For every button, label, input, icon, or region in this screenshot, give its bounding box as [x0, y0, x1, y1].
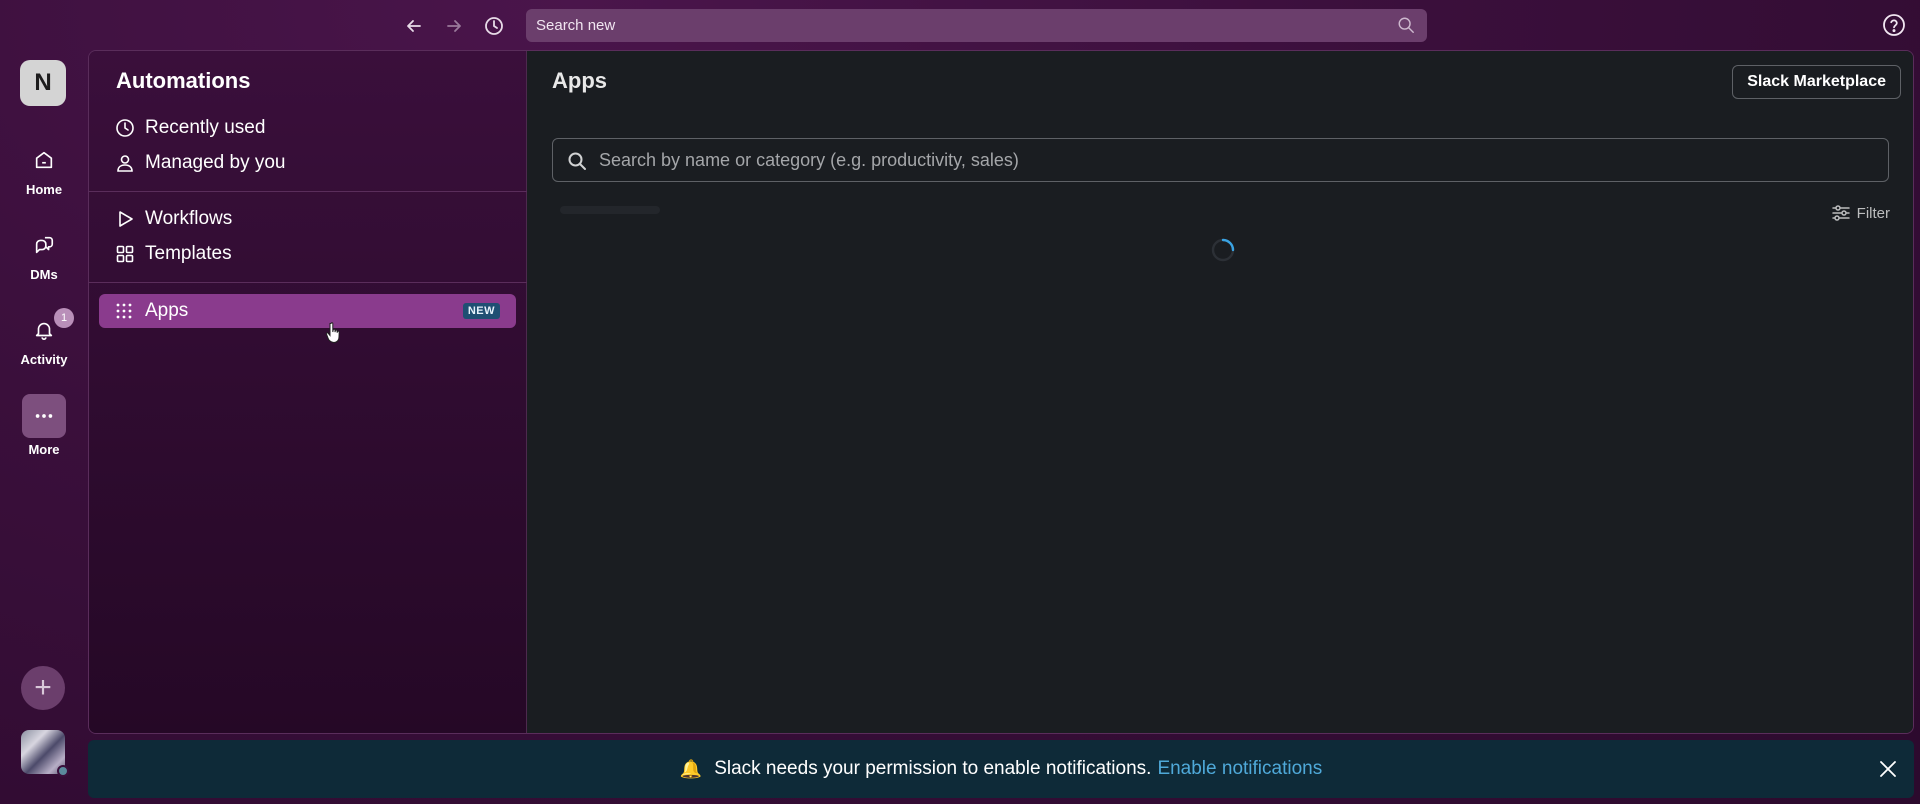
rail-item-more[interactable]: More — [0, 394, 88, 457]
sidebar-title: Automations — [116, 68, 251, 93]
new-badge: NEW — [462, 303, 500, 319]
grid-icon — [116, 245, 134, 263]
rail-label-activity: Activity — [20, 352, 68, 367]
avatar[interactable] — [21, 730, 69, 777]
automations-sidebar: Automations Recently used Managed by you… — [89, 51, 527, 733]
sidebar-item-label: Recently used — [145, 117, 266, 138]
rail-item-activity[interactable]: 1 Activity — [0, 308, 88, 367]
sidebar-item-label: Workflows — [145, 208, 233, 229]
hand-cursor-icon — [325, 322, 340, 344]
slack-marketplace-button[interactable]: Slack Marketplace — [1732, 65, 1901, 99]
clock-icon — [485, 17, 503, 35]
arrow-left-icon — [407, 20, 421, 32]
notification-banner: 🔔 Slack needs your permission to enable … — [88, 740, 1914, 798]
rail-item-home[interactable]: Home — [0, 142, 88, 197]
help-circle-icon[interactable] — [1882, 13, 1906, 37]
sidebar-item-apps[interactable]: Apps NEW — [99, 294, 516, 328]
play-icon — [119, 211, 133, 227]
search-placeholder: Search new — [536, 17, 616, 34]
search-icon — [568, 152, 586, 170]
sliders-icon — [1831, 205, 1850, 221]
back-button[interactable] — [400, 12, 428, 40]
enable-notifications-link[interactable]: Enable notifications — [1157, 758, 1322, 780]
top-bar: Search new — [0, 0, 1920, 50]
rail-label-dms: DMs — [30, 267, 58, 282]
left-rail: N Home DMs 1 Activity More + — [0, 50, 88, 804]
loading-skeleton — [560, 206, 660, 214]
sidebar-item-label: Templates — [145, 243, 232, 264]
main-frame: Automations Recently used Managed by you… — [88, 50, 1914, 734]
sidebar-item-label: Managed by you — [145, 152, 286, 173]
history-button[interactable] — [480, 12, 508, 40]
ellipsis-icon — [22, 394, 66, 438]
dms-icon — [26, 227, 62, 263]
sidebar-item-managed-by-you[interactable]: Managed by you — [115, 148, 286, 178]
rail-item-dms[interactable]: DMs — [0, 227, 88, 282]
apps-grid-icon — [116, 303, 132, 319]
search-input[interactable]: Search new — [526, 9, 1427, 42]
sidebar-item-recently-used[interactable]: Recently used — [115, 113, 265, 143]
sidebar-item-workflows[interactable]: Workflows — [115, 204, 232, 234]
forward-button[interactable] — [440, 12, 468, 40]
filter-label: Filter — [1856, 204, 1890, 222]
bell-emoji-icon: 🔔 — [679, 758, 703, 779]
apps-content: Apps Slack Marketplace Search by name or… — [527, 51, 1913, 733]
person-icon — [117, 155, 133, 172]
filter-button[interactable]: Filter — [1831, 203, 1890, 223]
sidebar-divider — [89, 191, 527, 192]
sidebar-item-label: Apps — [145, 300, 189, 321]
sidebar-item-templates[interactable]: Templates — [115, 239, 232, 269]
loading-spinner-icon — [1211, 238, 1235, 262]
arrow-right-icon — [447, 20, 461, 32]
presence-indicator — [57, 765, 69, 777]
activity-badge: 1 — [54, 308, 74, 328]
apps-search-placeholder: Search by name or category (e.g. product… — [599, 149, 1019, 170]
sidebar-divider — [89, 282, 527, 283]
add-button[interactable]: + — [21, 666, 65, 710]
home-icon — [26, 142, 62, 178]
clock-icon — [116, 119, 134, 137]
workspace-switcher[interactable]: N — [20, 60, 66, 106]
rail-label-home: Home — [25, 182, 63, 197]
notice-message: Slack needs your permission to enable no… — [714, 758, 1152, 779]
page-title: Apps — [552, 68, 607, 93]
rail-label-more: More — [28, 442, 60, 457]
apps-search-input[interactable]: Search by name or category (e.g. product… — [552, 138, 1889, 182]
close-icon[interactable] — [1876, 757, 1900, 781]
search-icon — [1398, 17, 1414, 33]
